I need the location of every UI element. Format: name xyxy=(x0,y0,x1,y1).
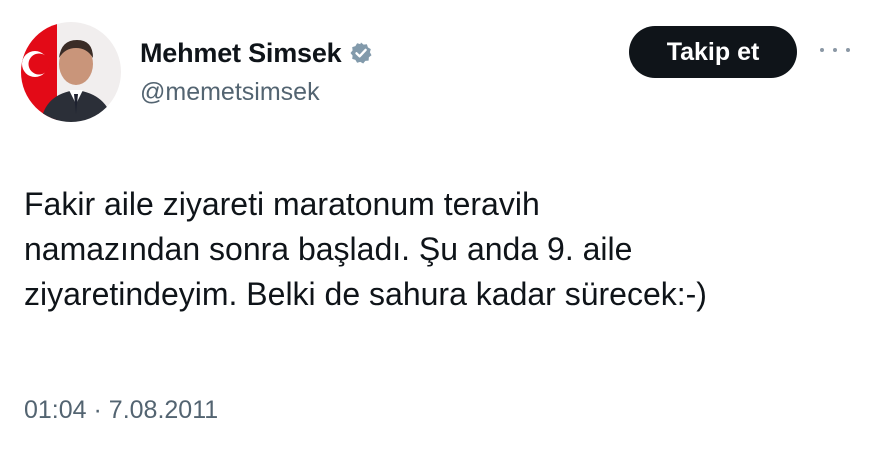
more-dot xyxy=(820,48,824,52)
tweet-timestamp[interactable]: 01:04 · 7.08.2011 xyxy=(24,396,218,425)
tweet-date: 7.08.2011 xyxy=(108,396,219,424)
author-display-name[interactable]: Mehmet Simsek xyxy=(140,38,342,69)
tweet-text: Fakir aile ziyareti maratonum teravih na… xyxy=(24,186,707,312)
more-dot xyxy=(846,48,850,52)
more-dot xyxy=(833,48,837,52)
meta-separator: · xyxy=(93,396,102,424)
author-name-row: Mehmet Simsek xyxy=(140,36,373,70)
verified-badge-icon xyxy=(349,41,373,65)
tweet-card: Mehmet Simsek @memetsimsek Takip et Faki… xyxy=(0,0,875,450)
avatar[interactable] xyxy=(21,22,121,122)
follow-button[interactable]: Takip et xyxy=(629,26,797,78)
more-options-icon[interactable] xyxy=(820,40,850,60)
author-handle[interactable]: @memetsimsek xyxy=(140,78,320,107)
tweet-time: 01:04 xyxy=(24,396,87,424)
